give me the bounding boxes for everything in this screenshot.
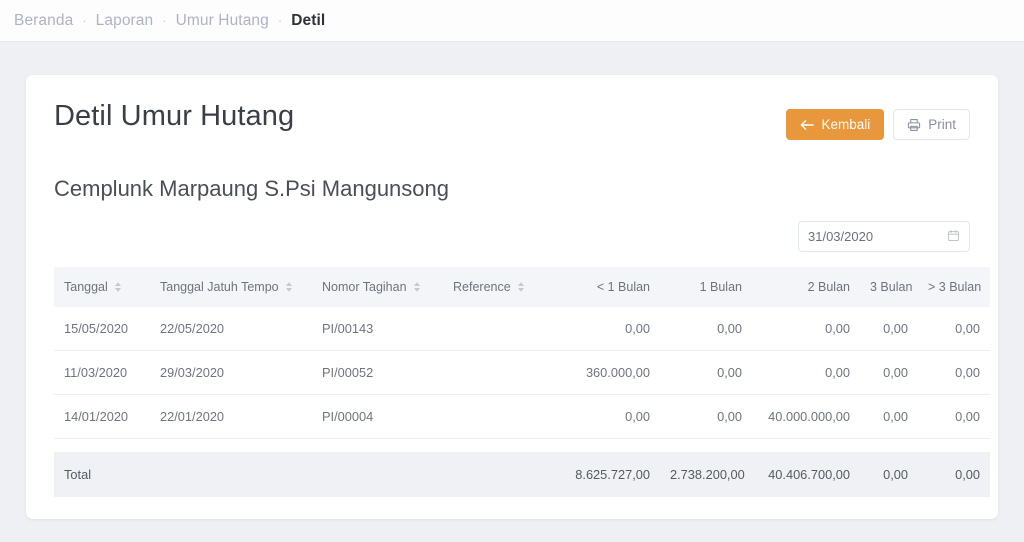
column-header-1-bulan: 1 Bulan	[660, 267, 752, 308]
cell-nomor-tagihan: PI/00052	[312, 350, 443, 396]
cell-lt-1-bulan: 0,00	[555, 394, 660, 440]
column-header-2-bulan: 2 Bulan	[752, 267, 860, 308]
cell-gt-3-bulan: 0,00	[918, 394, 990, 440]
page-title: Detil Umur Hutang	[54, 100, 295, 132]
table-row[interactable]: 14/01/2020 22/01/2020 PI/00004 0,00 0,00…	[54, 394, 990, 440]
column-header-reference[interactable]: Reference	[443, 267, 555, 308]
cell-1-bulan: 0,00	[660, 394, 752, 440]
cell-3-bulan: 0,00	[860, 394, 918, 440]
cell-1-bulan: 0,00	[660, 307, 752, 352]
print-button-label: Print	[928, 117, 956, 132]
cell-reference	[443, 394, 555, 440]
cell-gt-3-bulan: 0,00	[918, 350, 990, 396]
filter-row: 31/03/2020	[54, 221, 970, 253]
total-row: Total 8.625.727,00 2.738.200,00 40.406.7…	[54, 451, 990, 497]
column-header-label: Nomor Tagihan	[322, 280, 407, 295]
date-input-value: 31/03/2020	[808, 229, 874, 245]
aging-detail-table: Tanggal Tanggal Jatuh Tempo Nomor Tagiha…	[54, 267, 990, 497]
calendar-icon[interactable]	[947, 229, 960, 245]
cell-tanggal: 15/05/2020	[54, 307, 150, 352]
sort-icon[interactable]	[285, 281, 293, 293]
cell-2-bulan: 0,00	[752, 350, 860, 396]
cell-2-bulan: 0,00	[752, 307, 860, 352]
table-header-row: Tanggal Tanggal Jatuh Tempo Nomor Tagiha…	[54, 267, 990, 308]
table-body: 15/05/2020 22/05/2020 PI/00143 0,00 0,00…	[54, 307, 990, 440]
breadcrumb-item-beranda[interactable]: Beranda	[14, 12, 73, 30]
cell-jatuh-tempo: 22/01/2020	[150, 394, 312, 440]
breadcrumb-separator: ·	[162, 13, 167, 28]
cell-1-bulan: 0,00	[660, 350, 752, 396]
breadcrumb-separator: ·	[277, 13, 283, 28]
table-footer: Total 8.625.727,00 2.738.200,00 40.406.7…	[54, 438, 990, 497]
breadcrumb-item-umur-hutang[interactable]: Umur Hutang	[176, 12, 269, 30]
column-header-nomor-tagihan[interactable]: Nomor Tagihan	[312, 267, 443, 308]
breadcrumb-separator: ·	[82, 13, 87, 28]
column-header-tanggal-jatuh-tempo[interactable]: Tanggal Jatuh Tempo	[150, 267, 312, 308]
column-header-label: Tanggal	[64, 280, 108, 295]
back-button[interactable]: Kembali	[786, 109, 885, 140]
total-empty-reference	[443, 451, 555, 497]
cell-lt-1-bulan: 0,00	[555, 307, 660, 352]
cell-nomor-tagihan: PI/00143	[312, 307, 443, 352]
total-label: Total	[54, 451, 150, 497]
total-gt-3-bulan: 0,00	[918, 451, 990, 497]
print-button[interactable]: Print	[893, 109, 970, 140]
column-header-label: Tanggal Jatuh Tempo	[160, 280, 279, 295]
table-row[interactable]: 15/05/2020 22/05/2020 PI/00143 0,00 0,00…	[54, 307, 990, 352]
total-3-bulan: 0,00	[860, 451, 918, 497]
column-header-3-bulan: 3 Bulan	[860, 267, 918, 308]
cell-reference	[443, 307, 555, 352]
column-header-tanggal[interactable]: Tanggal	[54, 267, 150, 308]
breadcrumb-item-detil: Detil	[291, 11, 326, 29]
table-header: Tanggal Tanggal Jatuh Tempo Nomor Tagiha…	[54, 267, 990, 308]
arrow-left-icon	[800, 119, 815, 131]
cell-2-bulan: 40.000.000,00	[752, 394, 860, 440]
cell-nomor-tagihan: PI/00004	[312, 394, 443, 440]
cell-gt-3-bulan: 0,00	[918, 307, 990, 352]
column-header-label: Reference	[453, 280, 511, 295]
cell-tanggal: 11/03/2020	[54, 350, 150, 396]
sort-icon[interactable]	[413, 281, 421, 293]
total-2-bulan: 40.406.700,00	[752, 451, 860, 497]
printer-icon	[907, 118, 921, 132]
breadcrumb-item-laporan[interactable]: Laporan	[96, 12, 154, 30]
cell-jatuh-tempo: 22/05/2020	[150, 307, 312, 352]
breadcrumb-bar: Beranda · Laporan · Umur Hutang · Detil	[0, 0, 1024, 42]
cell-3-bulan: 0,00	[860, 307, 918, 352]
column-header-lt-1-bulan: < 1 Bulan	[555, 267, 660, 308]
card-header: Detil Umur Hutang Kembali Print	[54, 100, 970, 140]
total-1-bulan: 2.738.200,00	[660, 451, 752, 497]
sort-icon[interactable]	[517, 281, 525, 293]
column-header-gt-3-bulan: > 3 Bulan	[918, 267, 990, 308]
date-input[interactable]: 31/03/2020	[798, 221, 970, 253]
sort-icon[interactable]	[114, 281, 122, 293]
footer-spacer	[54, 438, 990, 452]
cell-3-bulan: 0,00	[860, 350, 918, 396]
total-empty-invoice	[312, 451, 443, 497]
total-lt-1-bulan: 8.625.727,00	[555, 451, 660, 497]
action-buttons: Kembali Print	[786, 101, 970, 140]
table-row[interactable]: 11/03/2020 29/03/2020 PI/00052 360.000,0…	[54, 350, 990, 396]
back-button-label: Kembali	[821, 117, 871, 132]
cell-jatuh-tempo: 29/03/2020	[150, 350, 312, 396]
cell-lt-1-bulan: 360.000,00	[555, 350, 660, 396]
cell-reference	[443, 350, 555, 396]
supplier-name: Cemplunk Marpaung S.Psi Mangunsong	[54, 176, 450, 201]
detail-card: Detil Umur Hutang Kembali Print Cemplunk…	[26, 75, 998, 519]
total-empty-due	[150, 451, 312, 497]
cell-tanggal: 14/01/2020	[54, 394, 150, 440]
